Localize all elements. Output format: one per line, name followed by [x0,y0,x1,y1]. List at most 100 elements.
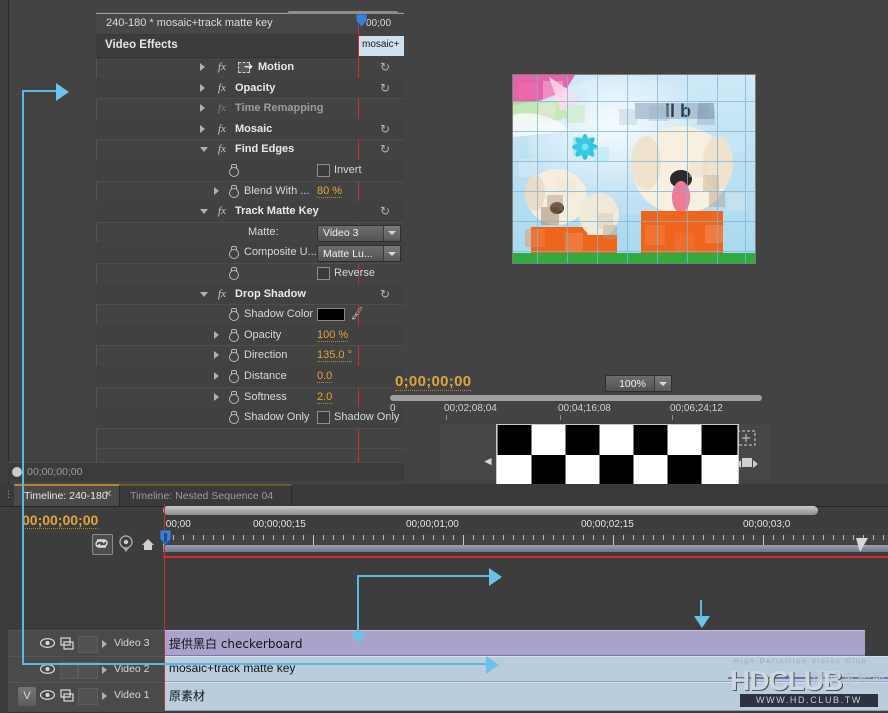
property-value[interactable]: 0.0 [317,370,333,383]
reset-icon[interactable]: ↻ [380,205,392,217]
track-lock-box[interactable] [78,688,98,705]
timeline-playhead[interactable] [159,529,172,546]
disclosure-triangle-icon[interactable] [200,124,205,133]
effect-row-direction[interactable]: Direction 135.0 ° [96,345,404,367]
effect-row-opacity[interactable]: Opacity 100 % [96,324,404,347]
marker-icon[interactable] [118,535,134,553]
disclosure-triangle-icon[interactable] [200,83,205,92]
checkbox[interactable] [317,164,330,177]
stopwatch-icon[interactable] [228,390,239,404]
reset-icon[interactable]: ↻ [380,143,392,155]
timeline-ruler[interactable]: ;00;00 00;00;00;15 00;00;01;00 00;00;02;… [163,504,888,552]
effect-row-mosaic[interactable]: fx ↻ Mosaic [96,118,404,141]
effect-row-track-matte-key[interactable]: fx ↻ Track Matte Key [96,201,404,223]
effect-row-softness[interactable]: Softness 2.0 [96,387,404,409]
disclosure-triangle-icon[interactable] [200,63,205,71]
effect-row-matte[interactable]: Matte: Video 3 [96,222,404,244]
chevron-down-icon[interactable] [383,246,400,262]
tab-close-icon[interactable]: ✕ [104,489,112,500]
effect-controls-clip-bar[interactable]: mosaic+ [359,36,404,56]
timeline-zoom-handle-right[interactable] [856,538,868,552]
effect-row-find-edges[interactable]: fx ↻ Find Edges [96,139,404,161]
color-swatch[interactable] [317,308,345,322]
snap-icon[interactable] [92,534,113,555]
video-effects-label: Video Effects [105,39,178,51]
track-header-video-3[interactable]: Video 3 [8,630,164,658]
disclosure-triangle-icon[interactable] [214,330,219,339]
disclosure-triangle-icon[interactable] [214,372,219,380]
disclosure-triangle-icon[interactable] [214,392,219,401]
reset-icon[interactable]: ↻ [380,82,392,94]
track-sync-box[interactable] [60,662,78,679]
reset-icon[interactable]: ↻ [380,61,392,73]
chevron-down-icon[interactable] [383,225,400,241]
eye-icon[interactable] [39,689,56,701]
stopwatch-icon[interactable] [228,184,239,198]
property-value[interactable]: 100 % [317,329,349,342]
checkbox[interactable] [317,267,330,280]
timeline-zoom-scrollbar[interactable] [163,506,818,515]
track-lock-box[interactable] [78,662,98,679]
stopwatch-icon[interactable] [228,267,239,280]
effect-row-distance[interactable]: Distance 0.0 [96,366,404,388]
program-monitor-zoom-select[interactable]: 100% [605,375,672,392]
disclosure-triangle-icon[interactable] [200,291,208,297]
stopwatch-icon[interactable] [228,328,239,342]
effect-row-reverse[interactable]: Reverse [96,263,404,285]
timeline-current-timecode[interactable]: 00;00;00;00 [22,512,99,529]
chevron-right-icon[interactable] [102,640,107,648]
chevron-right-icon[interactable] [102,666,107,674]
toggle-sync-lock-icon[interactable] [60,689,74,702]
program-monitor-timecode[interactable]: 0;00;00;00 [395,373,472,391]
track-target-badge[interactable]: V [18,687,36,706]
disclosure-triangle-icon[interactable] [214,351,219,360]
stopwatch-icon[interactable] [228,349,239,363]
stopwatch-icon[interactable] [228,411,239,425]
eye-icon[interactable] [39,663,56,675]
program-monitor-ruler[interactable]: 0 00;02;08;04 00;04;16;08 00;06;24;12 [390,395,762,420]
disclosure-triangle-icon[interactable] [200,104,205,113]
home-icon[interactable] [141,537,155,551]
disclosure-triangle-icon[interactable] [200,147,208,153]
disclosure-triangle-icon[interactable] [200,209,208,215]
effect-controls-current-time[interactable]: 00;00;00;00 [27,466,82,478]
disclosure-triangle-icon[interactable] [214,186,219,195]
stopwatch-icon[interactable] [228,370,239,383]
effect-row-shadow-only[interactable]: Shadow Only Shadow Only [96,407,404,429]
effect-controls-playhead[interactable] [355,13,368,28]
effect-row-blend-with[interactable]: Blend With ... 80 % [96,181,404,203]
export-frame-icon[interactable] [736,456,758,472]
effect-row-opacity[interactable]: fx ↻ Opacity [96,77,404,100]
chevron-down-icon[interactable] [654,376,671,391]
effect-row-shadow-color[interactable]: Shadow Color 🖌 [96,304,404,326]
reset-icon[interactable]: ↻ [380,123,392,135]
property-label: Matte: [248,225,279,238]
stopwatch-icon[interactable] [228,246,239,260]
effect-row-motion[interactable]: fx ➜ ↻ Motion [96,57,404,79]
property-value[interactable]: 135.0 ° [317,349,352,363]
track-lock-box[interactable] [78,636,98,653]
stopwatch-icon[interactable] [228,308,239,322]
eyedropper-icon[interactable]: 🖌 [349,306,365,321]
track-header-video-2[interactable]: Video 2 [8,656,164,684]
property-value[interactable]: 2.0 [317,391,333,404]
chevron-right-icon[interactable] [102,692,107,700]
transform-icon[interactable]: ➜ [238,62,253,73]
property-value[interactable]: 80 % [317,185,343,198]
track-header-video-1[interactable]: V Video 1 [8,682,164,713]
effect-row-invert[interactable]: Invert [96,160,404,182]
program-monitor-zoom-bar[interactable] [390,395,762,401]
reset-icon[interactable]: ↻ [380,288,392,300]
tab-timeline-nested-sequence-04[interactable]: Timeline: Nested Sequence 04 [120,484,292,506]
effect-row-composite-u[interactable]: Composite U... Matte Lu... [96,242,404,264]
safe-margins-icon[interactable] [736,430,756,446]
clip-video-3[interactable]: 提供黑白 checkerboard [165,630,865,656]
checkbox[interactable] [317,411,330,425]
effect-row-time-remapping[interactable]: fx Time Remapping [96,98,404,120]
stopwatch-icon[interactable] [228,164,239,177]
toggle-sync-lock-icon[interactable] [60,637,74,650]
effect-row-drop-shadow[interactable]: fx ↻ Drop Shadow [96,283,404,306]
eye-icon[interactable] [39,637,56,649]
dropdown[interactable]: Video 3 [317,224,401,242]
dropdown[interactable]: Matte Lu... [317,245,401,263]
